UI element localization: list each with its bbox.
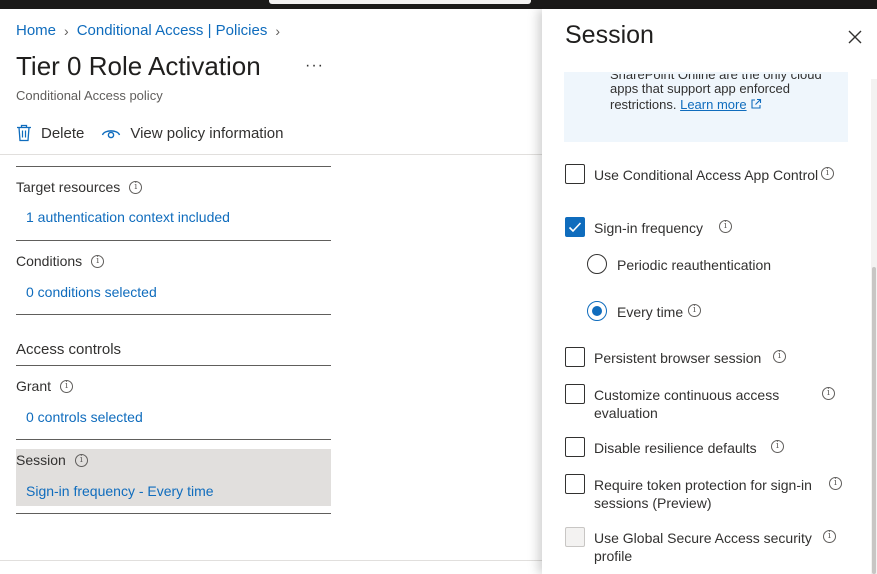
divider	[16, 240, 331, 241]
option-global-secure-access	[565, 527, 585, 547]
info-icon[interactable]: i	[91, 254, 105, 268]
global-secure-access-checkbox	[565, 527, 585, 547]
cae-checkbox[interactable]	[565, 384, 585, 404]
eye-icon	[102, 130, 121, 139]
policy-editor: Home › Conditional Access | Policies › T…	[0, 9, 545, 574]
option-every-time	[587, 301, 607, 321]
view-policy-info-button[interactable]: View policy information	[101, 124, 284, 142]
grant-link[interactable]: 0 controls selected	[26, 409, 143, 425]
option-periodic-reauth	[587, 254, 607, 274]
conditions-link[interactable]: 0 conditions selected	[26, 284, 157, 300]
sign-in-frequency-label: Sign-in frequency	[594, 220, 703, 236]
option-app-control	[565, 164, 585, 184]
option-cae	[565, 384, 585, 404]
token-protection-checkbox[interactable]	[565, 474, 585, 494]
breadcrumb: Home › Conditional Access | Policies ›	[16, 22, 288, 39]
divider	[16, 365, 331, 366]
info-icon[interactable]: i	[60, 379, 74, 393]
cae-label: Customize continuous access evaluation	[594, 387, 780, 421]
global-search-box[interactable]	[269, 0, 531, 4]
option-sign-in-frequency	[565, 217, 585, 237]
option-persistent-browser	[565, 347, 585, 367]
every-time-radio[interactable]	[587, 301, 607, 321]
delete-label: Delete	[41, 124, 85, 142]
external-link-icon	[751, 98, 762, 109]
target-resources-link[interactable]: 1 authentication context included	[26, 209, 230, 225]
top-bar	[0, 0, 877, 9]
chevron-right-icon: ›	[275, 22, 281, 39]
info-icon[interactable]: i	[688, 304, 701, 317]
divider	[16, 166, 331, 167]
command-bar: Delete View policy information	[16, 124, 284, 142]
breadcrumb-policies[interactable]: Conditional Access | Policies	[77, 22, 268, 39]
panel-scrollbar-thumb[interactable]	[872, 267, 876, 574]
session-link[interactable]: Sign-in frequency - Every time	[26, 483, 214, 499]
info-icon[interactable]: i	[773, 350, 786, 363]
close-icon	[848, 30, 862, 44]
conditions-label: Conditions i	[16, 253, 105, 269]
info-banner: SharePoint Online are the only cloud app…	[564, 72, 848, 142]
panel-title: Session	[565, 21, 654, 49]
option-token-protection	[565, 474, 585, 494]
token-protection-label: Require token protection for sign-in ses…	[594, 477, 812, 511]
every-time-label: Every time	[617, 304, 684, 320]
divider	[16, 513, 331, 514]
option-resilience	[565, 437, 585, 457]
sign-in-frequency-checkbox[interactable]	[565, 217, 585, 237]
radio-dot	[592, 306, 602, 316]
close-button[interactable]	[846, 28, 864, 46]
resilience-label: Disable resilience defaults	[594, 440, 757, 456]
learn-more-link[interactable]: Learn more	[680, 97, 746, 112]
resilience-checkbox[interactable]	[565, 437, 585, 457]
info-icon[interactable]: i	[822, 387, 835, 400]
page-subtitle: Conditional Access policy	[16, 88, 163, 103]
toolbar-divider	[0, 154, 545, 155]
chevron-right-icon: ›	[64, 22, 69, 39]
checkmark-icon	[568, 222, 582, 233]
global-secure-access-label: Use Global Secure Access security profil…	[594, 530, 812, 564]
divider	[16, 439, 331, 440]
info-icon[interactable]: i	[821, 167, 834, 180]
info-icon[interactable]: i	[771, 440, 784, 453]
persistent-browser-label: Persistent browser session	[594, 350, 762, 366]
footer-divider	[0, 560, 545, 561]
session-label: Session i	[16, 452, 88, 468]
delete-button[interactable]: Delete	[16, 124, 84, 142]
periodic-reauth-label: Periodic reauthentication	[617, 257, 772, 273]
info-icon[interactable]: i	[129, 180, 143, 194]
info-banner-text: SharePoint Online are the only cloud app…	[610, 74, 840, 113]
grant-label: Grant i	[16, 378, 74, 394]
access-controls-heading: Access controls	[16, 341, 122, 358]
divider	[16, 314, 331, 315]
app-control-label: Use Conditional Access App Control	[594, 167, 819, 183]
info-banner-cut-line: SharePoint Online are the only cloud	[610, 74, 822, 82]
info-icon[interactable]: i	[829, 477, 842, 490]
trash-icon	[17, 124, 31, 142]
info-icon[interactable]: i	[719, 220, 732, 233]
target-resources-label: Target resources i	[16, 179, 143, 195]
view-policy-info-label: View policy information	[130, 124, 284, 142]
breadcrumb-home[interactable]: Home	[16, 22, 56, 39]
session-panel: Session SharePoint Online are the only c…	[542, 9, 877, 574]
periodic-reauth-radio[interactable]	[587, 254, 607, 274]
page-title: Tier 0 Role Activation	[16, 51, 261, 81]
persistent-browser-checkbox[interactable]	[565, 347, 585, 367]
info-icon[interactable]: i	[823, 530, 836, 543]
app-control-checkbox[interactable]	[565, 164, 585, 184]
more-options-button[interactable]: ···	[305, 57, 324, 75]
info-icon[interactable]: i	[74, 453, 88, 467]
